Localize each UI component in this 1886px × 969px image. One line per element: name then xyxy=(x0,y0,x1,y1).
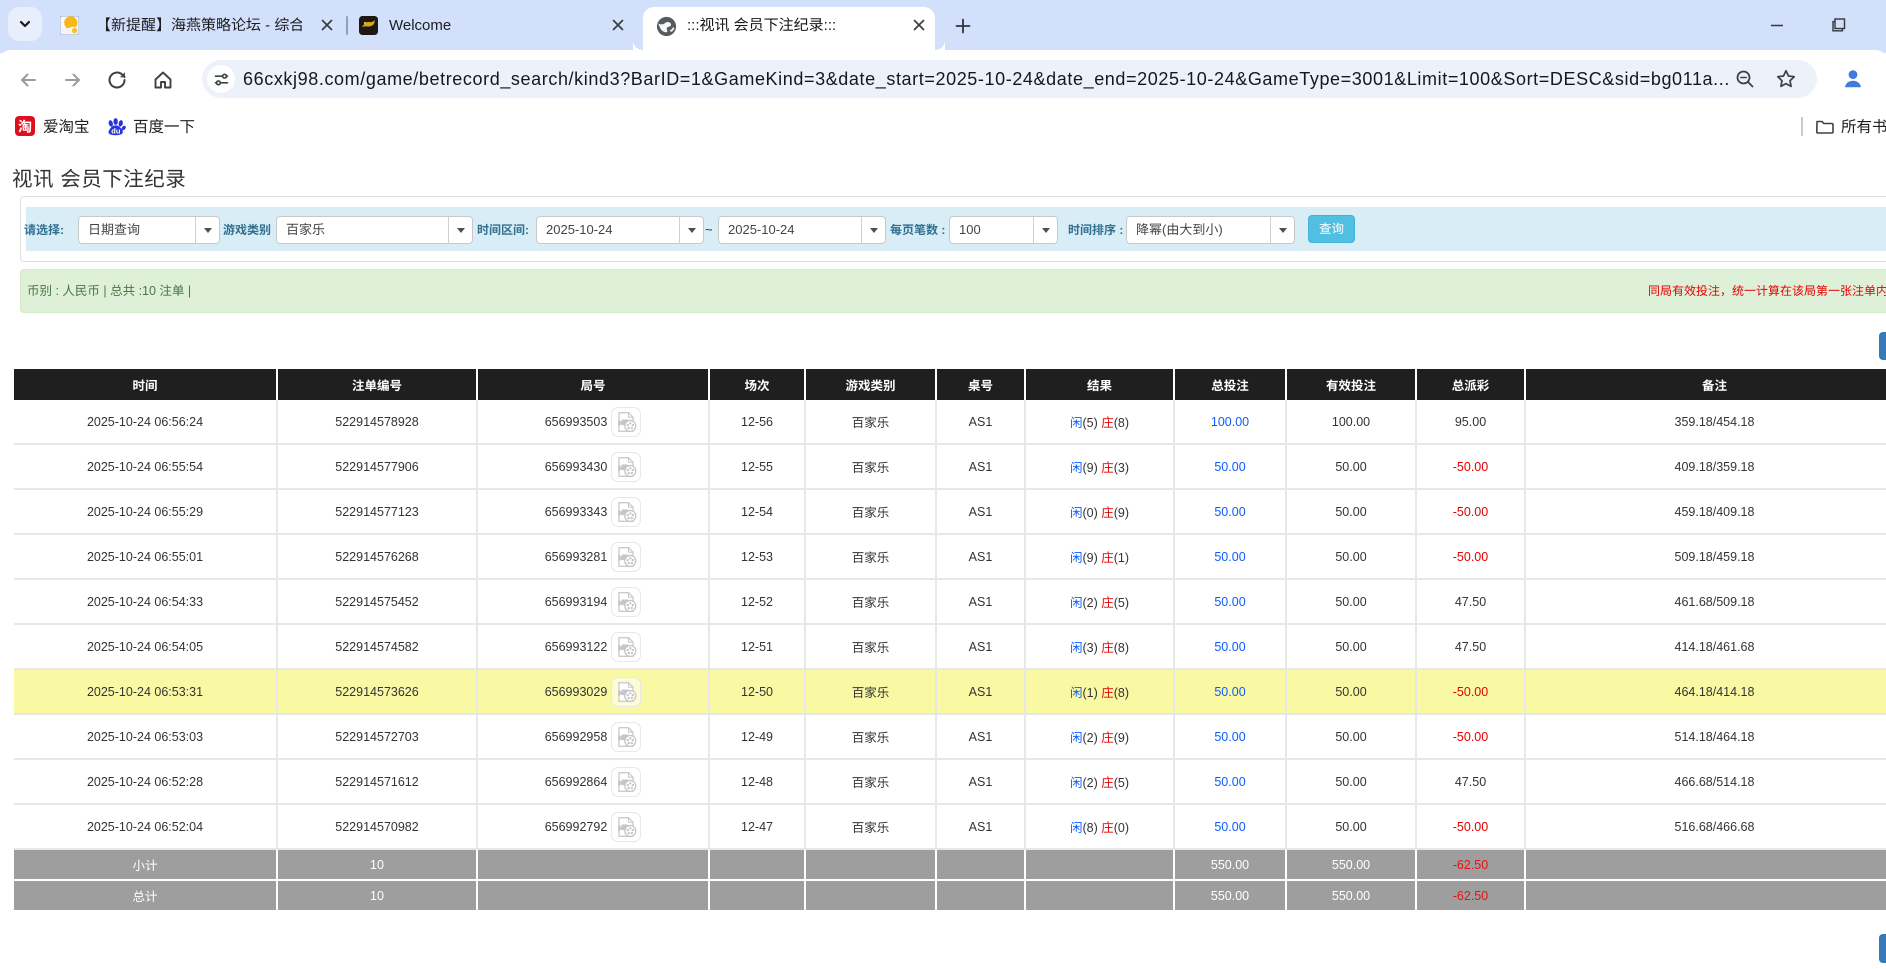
svg-text:du: du xyxy=(111,127,121,136)
svg-text:淘: 淘 xyxy=(18,117,32,137)
